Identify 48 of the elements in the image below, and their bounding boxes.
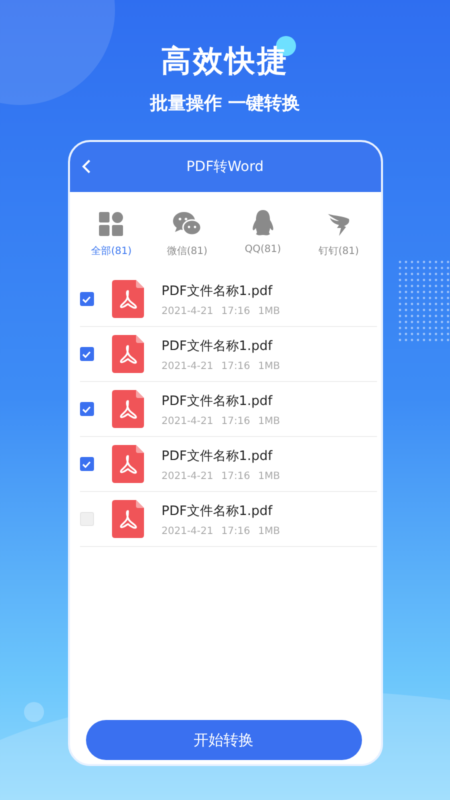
checkbox[interactable]	[80, 347, 94, 361]
source-tab[interactable]: 全部(81)	[76, 210, 146, 272]
checkbox[interactable]	[80, 457, 94, 471]
file-date: 2021-4-21	[162, 526, 214, 536]
decorative-dot	[24, 702, 44, 722]
checkbox[interactable]	[80, 512, 94, 526]
pdf-file-icon	[112, 445, 144, 483]
file-time: 17:16	[221, 470, 250, 482]
file-date: 2021-4-21	[162, 306, 214, 316]
checkmark-icon	[82, 460, 91, 468]
file-size: 1MB	[258, 470, 280, 482]
pdf-file-icon	[112, 500, 144, 538]
wing-icon	[328, 212, 350, 236]
file-date: 2021-4-21	[162, 360, 214, 372]
file-time: 17:16	[221, 526, 250, 536]
file-size: 1MB	[258, 306, 280, 316]
file-size: 1MB	[258, 526, 280, 536]
file-name: PDF文件名称1.pdf	[162, 282, 274, 300]
start-convert-button[interactable]: 开始转换	[86, 720, 362, 760]
file-time: 17:16	[221, 306, 250, 316]
file-time: 17:16	[221, 416, 250, 426]
pdf-file-icon	[112, 335, 144, 373]
file-time: 17:16	[221, 360, 250, 372]
file-name: PDF文件名称1.pdf	[162, 338, 274, 354]
penguin-icon	[252, 210, 274, 236]
grid-icon	[99, 212, 124, 236]
source-tab[interactable]: 钉钉(81)	[304, 210, 374, 272]
file-name: PDF文件名称1.pdf	[162, 392, 274, 410]
checkmark-icon	[82, 406, 91, 412]
checkbox[interactable]	[80, 292, 94, 306]
checkmark-icon	[82, 350, 91, 358]
chat-icon	[173, 212, 202, 236]
file-name: PDF文件名称1.pdf	[162, 448, 274, 464]
pdf-file-icon	[112, 390, 144, 428]
file-size: 1MB	[258, 416, 280, 426]
source-tab[interactable]: 微信(81)	[152, 210, 222, 272]
checkmark-icon	[82, 296, 91, 302]
screen-title: PDF转Word	[186, 158, 264, 176]
pdf-file-icon	[112, 280, 144, 318]
headline: 高效快捷	[161, 43, 289, 81]
back-icon[interactable]	[82, 159, 90, 174]
checkbox[interactable]	[80, 402, 94, 416]
file-name: PDF文件名称1.pdf	[162, 502, 274, 520]
source-tab[interactable]: QQ(81)	[228, 210, 298, 272]
file-size: 1MB	[258, 360, 280, 372]
file-date: 2021-4-21	[162, 470, 214, 482]
file-date: 2021-4-21	[162, 416, 214, 426]
subheadline: 批量操作 一键转换	[150, 92, 300, 116]
